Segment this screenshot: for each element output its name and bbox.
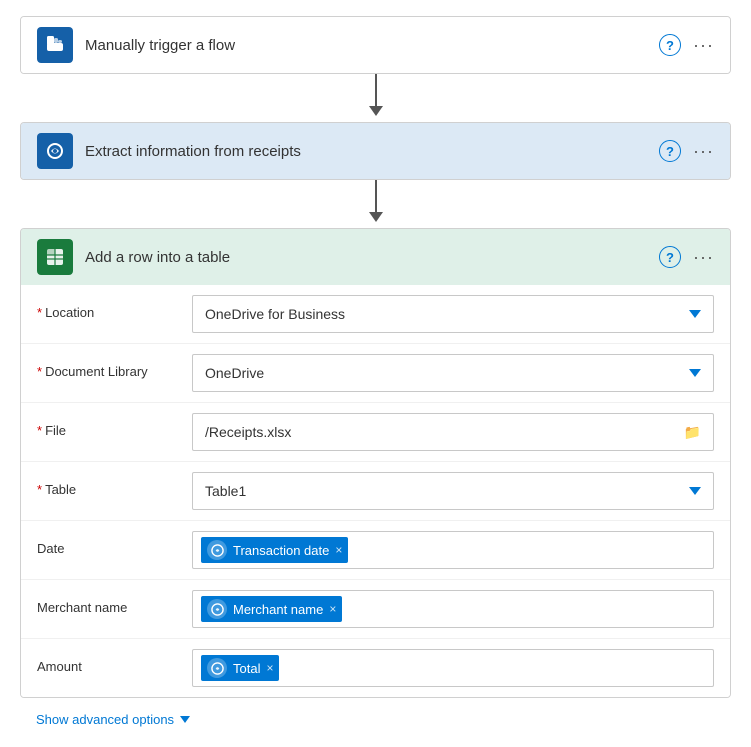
table-row: *Table Table1 — [21, 462, 730, 521]
location-select[interactable]: OneDrive for Business — [192, 295, 714, 333]
extract-more-icon[interactable]: ··· — [693, 141, 714, 162]
add-row-title: Add a row into a table — [85, 249, 659, 266]
add-row-icon — [37, 239, 73, 275]
document-library-value: OneDrive — [205, 365, 264, 381]
merchant-name-tag-field[interactable]: Merchant name × — [192, 590, 714, 628]
arrow-head-1 — [369, 106, 383, 116]
document-library-control: OneDrive — [192, 354, 714, 392]
add-row-more-icon[interactable]: ··· — [693, 247, 714, 268]
table-chevron-icon — [689, 487, 701, 495]
amount-label: Amount — [37, 649, 192, 674]
table-value: Table1 — [205, 483, 246, 499]
show-advanced-options[interactable]: Show advanced options — [20, 698, 731, 731]
arrow-line-1 — [375, 74, 377, 106]
trigger-more-icon[interactable]: ··· — [693, 35, 714, 56]
trigger-icon — [37, 27, 73, 63]
file-row: *File /Receipts.xlsx 📁 — [21, 403, 730, 462]
trigger-card-header: Manually trigger a flow ? ··· — [21, 17, 730, 73]
merchant-name-tag-remove[interactable]: × — [329, 602, 336, 616]
merchant-name-tag: Merchant name × — [201, 596, 342, 622]
extract-card-header: Extract information from receipts ? ··· — [21, 123, 730, 179]
extract-title: Extract information from receipts — [85, 143, 659, 160]
amount-tag-icon — [207, 658, 227, 678]
trigger-help-icon[interactable]: ? — [659, 34, 681, 56]
amount-tag-remove[interactable]: × — [266, 661, 273, 675]
amount-tag-field[interactable]: Total × — [192, 649, 714, 687]
advanced-chevron-icon — [180, 716, 190, 723]
extract-card: Extract information from receipts ? ··· — [20, 122, 731, 180]
date-tag: Transaction date × — [201, 537, 348, 563]
document-library-label: *Document Library — [37, 354, 192, 379]
table-control: Table1 — [192, 472, 714, 510]
location-control: OneDrive for Business — [192, 295, 714, 333]
file-control: /Receipts.xlsx 📁 — [192, 413, 714, 451]
folder-icon[interactable]: 📁 — [684, 424, 701, 441]
trigger-card: Manually trigger a flow ? ··· — [20, 16, 731, 74]
date-tag-remove[interactable]: × — [335, 543, 342, 557]
arrow-1 — [369, 74, 383, 122]
location-label: *Location — [37, 295, 192, 320]
extract-icon — [37, 133, 73, 169]
date-control: Transaction date × — [192, 531, 714, 569]
add-row-help-icon[interactable]: ? — [659, 246, 681, 268]
flow-container: Manually trigger a flow ? ··· Extract in… — [0, 0, 751, 747]
amount-tag: Total × — [201, 655, 279, 681]
arrow-2 — [369, 180, 383, 228]
table-select[interactable]: Table1 — [192, 472, 714, 510]
merchant-name-tag-icon — [207, 599, 227, 619]
advanced-label: Show advanced options — [36, 712, 174, 727]
add-row-card: Add a row into a table ? ··· *Location O… — [20, 228, 731, 698]
add-row-form: *Location OneDrive for Business *Documen… — [21, 285, 730, 697]
amount-control: Total × — [192, 649, 714, 687]
merchant-name-tag-label: Merchant name — [233, 602, 323, 617]
document-library-chevron-icon — [689, 369, 701, 377]
document-library-select[interactable]: OneDrive — [192, 354, 714, 392]
merchant-name-row: Merchant name Merchant name — [21, 580, 730, 639]
file-label: *File — [37, 413, 192, 438]
file-value: /Receipts.xlsx — [205, 424, 291, 440]
trigger-actions: ? ··· — [659, 34, 714, 56]
amount-tag-label: Total — [233, 661, 260, 676]
date-tag-icon — [207, 540, 227, 560]
date-tag-label: Transaction date — [233, 543, 329, 558]
add-row-card-header: Add a row into a table ? ··· — [21, 229, 730, 285]
date-label: Date — [37, 531, 192, 556]
trigger-title: Manually trigger a flow — [85, 37, 659, 54]
file-field[interactable]: /Receipts.xlsx 📁 — [192, 413, 714, 451]
arrow-line-2 — [375, 180, 377, 212]
merchant-name-control: Merchant name × — [192, 590, 714, 628]
arrow-head-2 — [369, 212, 383, 222]
add-row-actions: ? ··· — [659, 246, 714, 268]
date-row: Date Transaction date × — [21, 521, 730, 580]
location-value: OneDrive for Business — [205, 306, 345, 322]
document-library-row: *Document Library OneDrive — [21, 344, 730, 403]
location-chevron-icon — [689, 310, 701, 318]
extract-help-icon[interactable]: ? — [659, 140, 681, 162]
amount-row: Amount Total × — [21, 639, 730, 697]
date-tag-field[interactable]: Transaction date × — [192, 531, 714, 569]
extract-actions: ? ··· — [659, 140, 714, 162]
merchant-name-label: Merchant name — [37, 590, 192, 615]
location-row: *Location OneDrive for Business — [21, 285, 730, 344]
table-label: *Table — [37, 472, 192, 497]
